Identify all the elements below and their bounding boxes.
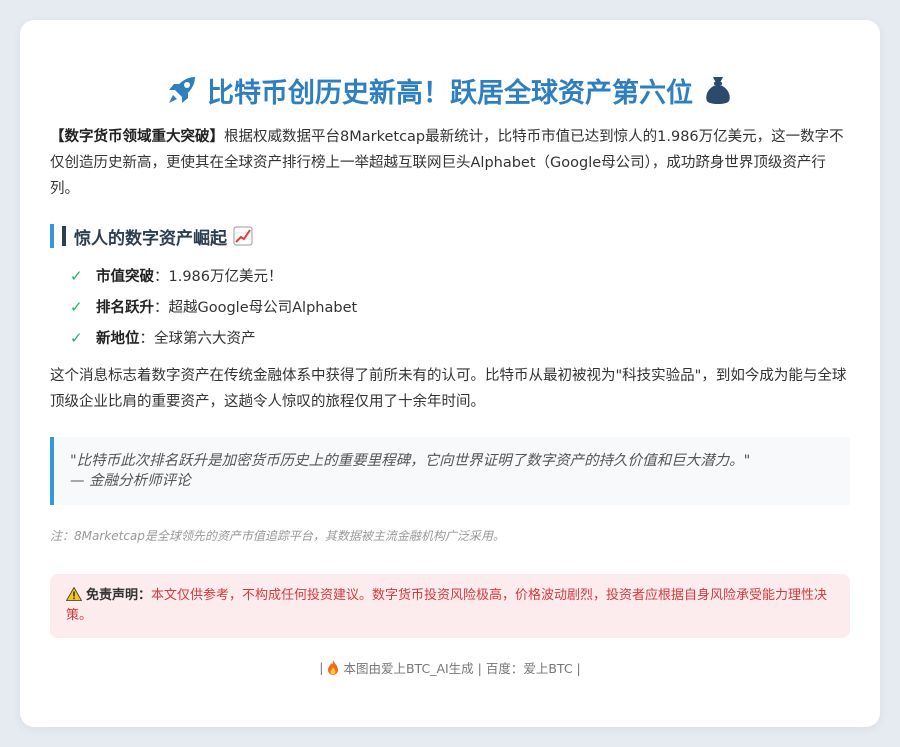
quote-source: — 金融分析师评论 [70,473,191,489]
point-text: ：1.986万亿美元！ [154,269,283,285]
article-title: 比特币创历史新高！跃居全球资产第六位 [207,77,693,109]
footer-text: 本图由爱上BTC_AI生成 | 百度：爱上BTC | [343,661,581,676]
footer-prefix: | [319,660,324,675]
point-label: 排名跃升 [96,300,154,316]
body-paragraph: 这个消息标志着数字资产在传统金融体系中获得了前所未有的认可。比特币从最初被视为"… [50,368,847,410]
section-heading: 惊人的数字资产崛起 [50,224,850,249]
check-icon: ✓ [70,297,83,316]
source-note: 注：8Marketcap是全球领先的资产市值追踪平台，其数据被主流金融机构广泛采… [50,529,505,543]
article-card: 比特币创历史新高！跃居全球资产第六位 【数字货币领域重大突破】根据权威数据平台8… [20,20,880,727]
highlight-list: ✓ 市值突破 ：1.986万亿美元！ ✓ 排名跃升 ：超越Google母公司Alph… [50,260,850,353]
fire-icon [328,660,339,675]
disclaimer-label: 免责声明： [86,588,152,603]
warning-icon [66,587,82,601]
list-item: ✓ 排名跃升 ：超越Google母公司Alphabet [70,291,850,322]
intro-lead: 【数字货币领域重大突破】 [50,129,224,145]
check-icon: ✓ [70,328,83,347]
list-item: ✓ 市值突破 ：1.986万亿美元！ [70,260,850,291]
point-label: 市值突破 [96,269,154,285]
analyst-quote: "比特币此次排名跃升是加密货币历史上的重要里程碑，它向世界证明了数字资产的持久价… [50,437,850,505]
point-text: ：全球第六大资产 [139,331,256,347]
section-heading-text: 惊人的数字资产崛起 [74,228,227,249]
rocket-icon [169,77,195,103]
article-title-row: 比特币创历史新高！跃居全球资产第六位 [50,70,850,110]
check-icon: ✓ [70,266,83,285]
money-bag-icon [706,77,730,104]
quote-text: "比特币此次排名跃升是加密货币历史上的重要里程碑，它向世界证明了数字资产的持久价… [70,453,751,469]
heading-bar-icon [62,226,66,246]
list-item: ✓ 新地位 ：全球第六大资产 [70,322,850,353]
disclaimer-text: 本文仅供参考，不构成任何投资建议。数字货币投资风险极高，价格波动剧烈，投资者应根… [66,588,828,623]
point-label: 新地位 [96,331,140,347]
footer-credit: | 本图由爱上BTC_AI生成 | 百度：爱上BTC | [50,658,850,677]
point-text: ：超越Google母公司Alphabet [154,300,358,316]
chart-increasing-icon [233,226,253,246]
intro-paragraph: 【数字货币领域重大突破】根据权威数据平台8Marketcap最新统计，比特币市值… [50,124,850,202]
disclaimer-box: 免责声明：本文仅供参考，不构成任何投资建议。数字货币投资风险极高，价格波动剧烈，… [50,574,850,638]
